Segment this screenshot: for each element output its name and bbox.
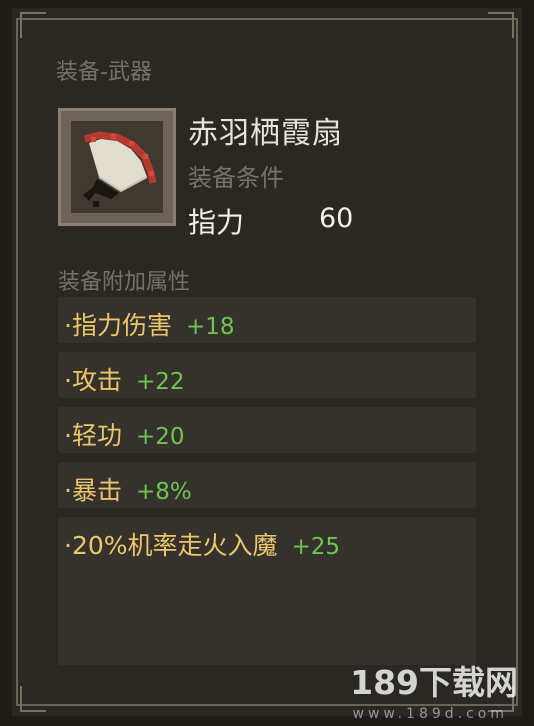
site-watermark: 189下载网	[350, 663, 518, 702]
frame-corner-top-left	[20, 12, 46, 38]
item-icon-slot	[58, 108, 176, 226]
attribute-label: ·攻击	[64, 366, 122, 395]
attribute-value: +22	[135, 369, 185, 395]
attribute-value: +18	[185, 314, 235, 340]
attributes-title: 装备附加属性	[58, 270, 191, 295]
attribute-label: ·暴击	[64, 476, 122, 505]
attribute-value: +8%	[135, 479, 192, 505]
item-name: 赤羽栖霞扇	[188, 116, 343, 151]
attribute-label: ·轻功	[64, 421, 122, 450]
attribute-row-finger-damage: ·指力伤害 +18	[58, 297, 476, 343]
item-category: 装备-武器	[56, 60, 152, 85]
attribute-value: +20	[135, 424, 185, 450]
item-tooltip-panel: 装备-武器 赤羽栖霞扇 装备条件 指力 60 装备附加属性 ·指力伤害 +18 …	[12, 8, 522, 716]
attribute-row-deviation-chance: ·20%机率走火入魔 +25	[58, 517, 476, 665]
feather-fan-icon	[83, 131, 157, 207]
attribute-label: ·指力伤害	[64, 311, 172, 340]
attribute-row-critical: ·暴击 +8%	[58, 462, 476, 508]
attribute-value: +25	[291, 534, 341, 560]
attribute-row-agility: ·轻功 +20	[58, 407, 476, 453]
frame-corner-top-right	[488, 12, 514, 38]
requirement-stat: 指力	[188, 206, 245, 239]
requirement-title: 装备条件	[188, 164, 284, 192]
site-watermark-url: www.189d.com	[352, 706, 508, 722]
attribute-row-attack: ·攻击 +22	[58, 352, 476, 398]
frame-corner-bottom-left	[20, 686, 46, 712]
requirement-value: 60	[319, 203, 354, 234]
attribute-label: ·20%机率走火入魔	[64, 531, 278, 560]
